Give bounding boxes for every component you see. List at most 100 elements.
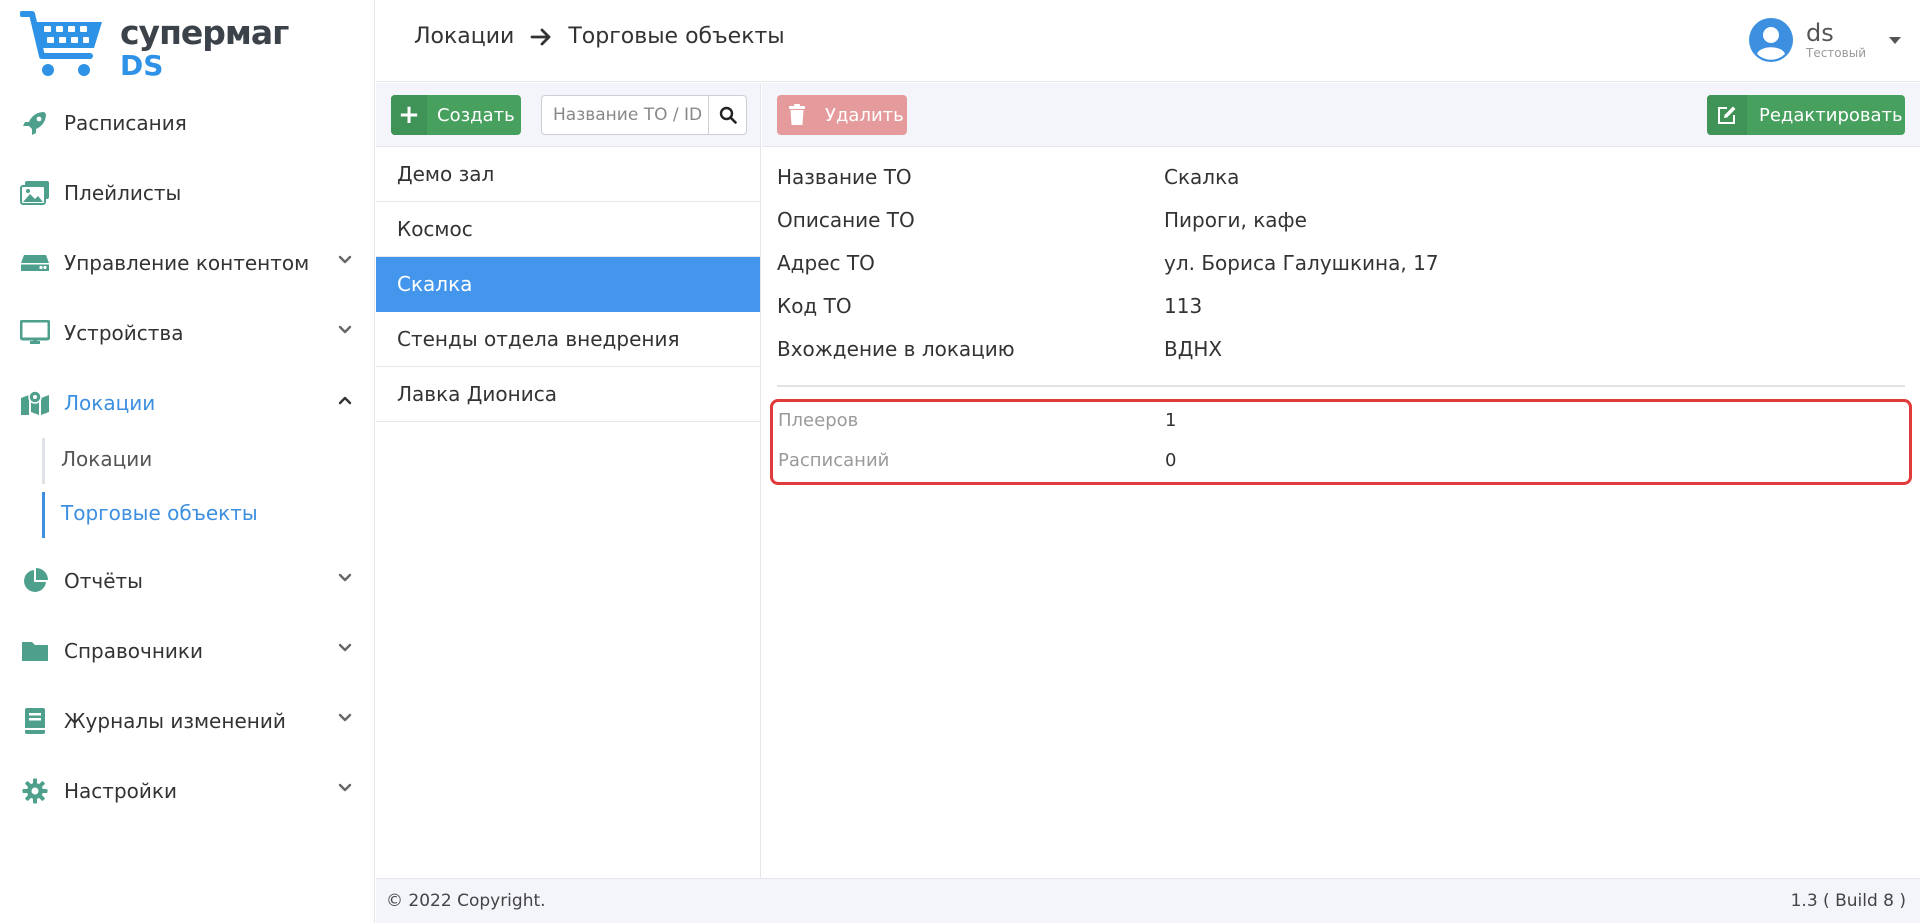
footer: © 2022 Copyright. 1.3 ( Build 8 ) — [376, 878, 1920, 923]
list-item[interactable]: Лавка Диониса — [376, 367, 760, 422]
sidebar: супермаг DS Расписания Плейлисты Управле… — [0, 0, 375, 923]
list-item[interactable]: Демо зал — [376, 147, 760, 202]
book-icon — [20, 706, 50, 736]
user-names: ds Тестовый — [1806, 18, 1866, 60]
property-value: Пироги, кафе — [1164, 207, 1307, 232]
user-name: ds — [1806, 18, 1834, 47]
chevron-down-icon — [338, 325, 352, 334]
sidebar-item-label: Плейлисты — [64, 181, 182, 205]
property-key: Вхождение в локацию — [777, 336, 1015, 361]
brand-suffix: DS — [120, 49, 164, 82]
version-text: 1.3 ( Build 8 ) — [1790, 891, 1906, 911]
stat-key: Плееров — [778, 410, 859, 431]
sidebar-nav: Расписания Плейлисты Управление контенто… — [0, 88, 375, 826]
chevron-down-icon — [338, 255, 352, 264]
sidebar-item-label: Журналы изменений — [64, 709, 286, 733]
edit-button-label: Редактировать — [1759, 104, 1903, 126]
sidebar-item-changelogs[interactable]: Журналы изменений — [0, 686, 375, 756]
edit-button[interactable]: Редактировать — [1707, 95, 1905, 135]
submenu-active-line — [42, 492, 45, 538]
submenu-line — [42, 438, 45, 484]
property-value: ВДНХ — [1164, 336, 1223, 361]
delete-button[interactable]: Удалить — [777, 95, 907, 135]
rocket-icon — [20, 108, 50, 138]
list-item-selected[interactable]: Скалка — [376, 257, 760, 312]
sidebar-item-settings[interactable]: Настройки — [0, 756, 375, 826]
sidebar-item-reports[interactable]: Отчёты — [0, 546, 375, 616]
store-detail-panel: Удалить Редактировать Название ТО Скалка… — [762, 83, 1920, 878]
property-value: Скалка — [1164, 164, 1240, 189]
sidebar-item-locations[interactable]: Локации — [0, 368, 375, 438]
search-icon — [719, 106, 737, 124]
trash-icon — [777, 95, 817, 135]
top-header: Локации Торговые объекты ds Тестовый — [376, 0, 1920, 82]
breadcrumb: Локации Торговые объекты — [414, 24, 785, 49]
property-row: Название ТО Скалка — [777, 155, 1905, 198]
stat-row: Расписаний 0 — [778, 450, 1176, 471]
store-properties: Название ТО Скалка Описание ТО Пироги, к… — [777, 155, 1905, 387]
sidebar-item-devices[interactable]: Устройства — [0, 298, 375, 368]
property-key: Код ТО — [777, 293, 852, 318]
images-icon — [20, 178, 50, 208]
property-key: Название ТО — [777, 164, 912, 189]
property-key: Адрес ТО — [777, 250, 875, 275]
search-box — [541, 95, 747, 135]
property-value: ул. Бориса Галушкина, 17 — [1164, 250, 1439, 275]
sidebar-item-label: Устройства — [64, 321, 184, 345]
sidebar-item-label: Локации — [64, 391, 156, 415]
property-row: Код ТО 113 — [777, 284, 1905, 327]
user-menu[interactable]: ds Тестовый — [1749, 14, 1902, 66]
brand-logo[interactable]: супермаг DS — [20, 8, 289, 84]
sidebar-item-schedules[interactable]: Расписания — [0, 88, 375, 158]
copyright-text: © 2022 Copyright. — [386, 891, 546, 911]
delete-button-label: Удалить — [825, 104, 904, 126]
chevron-up-icon — [338, 396, 352, 405]
sidebar-item-label: Настройки — [64, 779, 177, 803]
folder-icon — [20, 636, 50, 666]
property-row: Вхождение в локацию ВДНХ — [777, 327, 1905, 370]
stat-row: Плееров 1 — [778, 410, 1176, 431]
chevron-down-icon — [338, 573, 352, 582]
chevron-down-icon — [338, 713, 352, 722]
map-icon — [20, 388, 50, 418]
stat-value: 1 — [1165, 410, 1177, 431]
sidebar-item-references[interactable]: Справочники — [0, 616, 375, 686]
stores-list-panel: + Создать Демо зал Космос Скалка Стенды … — [376, 83, 761, 878]
stat-value: 0 — [1165, 450, 1177, 471]
submenu-item-stores[interactable]: Торговые объекты — [61, 501, 258, 525]
chevron-down-icon — [338, 643, 352, 652]
plus-icon: + — [391, 95, 427, 135]
property-key: Описание ТО — [777, 207, 915, 232]
edit-icon — [1707, 95, 1747, 135]
property-value: 113 — [1164, 293, 1203, 318]
user-avatar-icon — [1749, 18, 1793, 62]
highlighted-stats-box: Плееров 1 Расписаний 0 — [770, 399, 1912, 485]
search-input[interactable] — [542, 96, 708, 134]
sidebar-item-label: Управление контентом — [64, 251, 310, 275]
brand-name: супермаг — [120, 13, 289, 52]
breadcrumb-item-stores: Торговые объекты — [568, 24, 785, 49]
create-button-label: Создать — [437, 104, 515, 126]
server-icon — [20, 248, 50, 278]
caret-down-icon[interactable] — [1888, 33, 1902, 47]
submenu-item-locations[interactable]: Локации — [61, 447, 152, 471]
list-item[interactable]: Стенды отдела внедрения — [376, 312, 760, 367]
breadcrumb-item-locations[interactable]: Локации — [414, 24, 514, 49]
sidebar-item-label: Отчёты — [64, 569, 143, 593]
cart-logo-icon — [20, 11, 102, 76]
sidebar-item-playlists[interactable]: Плейлисты — [0, 158, 375, 228]
gear-icon — [20, 776, 50, 806]
detail-toolbar: Удалить Редактировать — [762, 83, 1920, 147]
divider — [777, 385, 1905, 387]
list-toolbar: + Создать — [376, 83, 760, 147]
sidebar-item-content[interactable]: Управление контентом — [0, 228, 375, 298]
stat-key: Расписаний — [778, 450, 890, 471]
locations-submenu: Локации Торговые объекты — [0, 438, 375, 546]
chevron-down-icon — [338, 783, 352, 792]
list-item[interactable]: Космос — [376, 202, 760, 257]
search-button[interactable] — [708, 96, 746, 134]
sidebar-item-label: Справочники — [64, 639, 203, 663]
pie-chart-icon — [20, 566, 50, 596]
stores-list: Демо зал Космос Скалка Стенды отдела вне… — [376, 147, 760, 422]
create-button[interactable]: + Создать — [391, 95, 521, 135]
